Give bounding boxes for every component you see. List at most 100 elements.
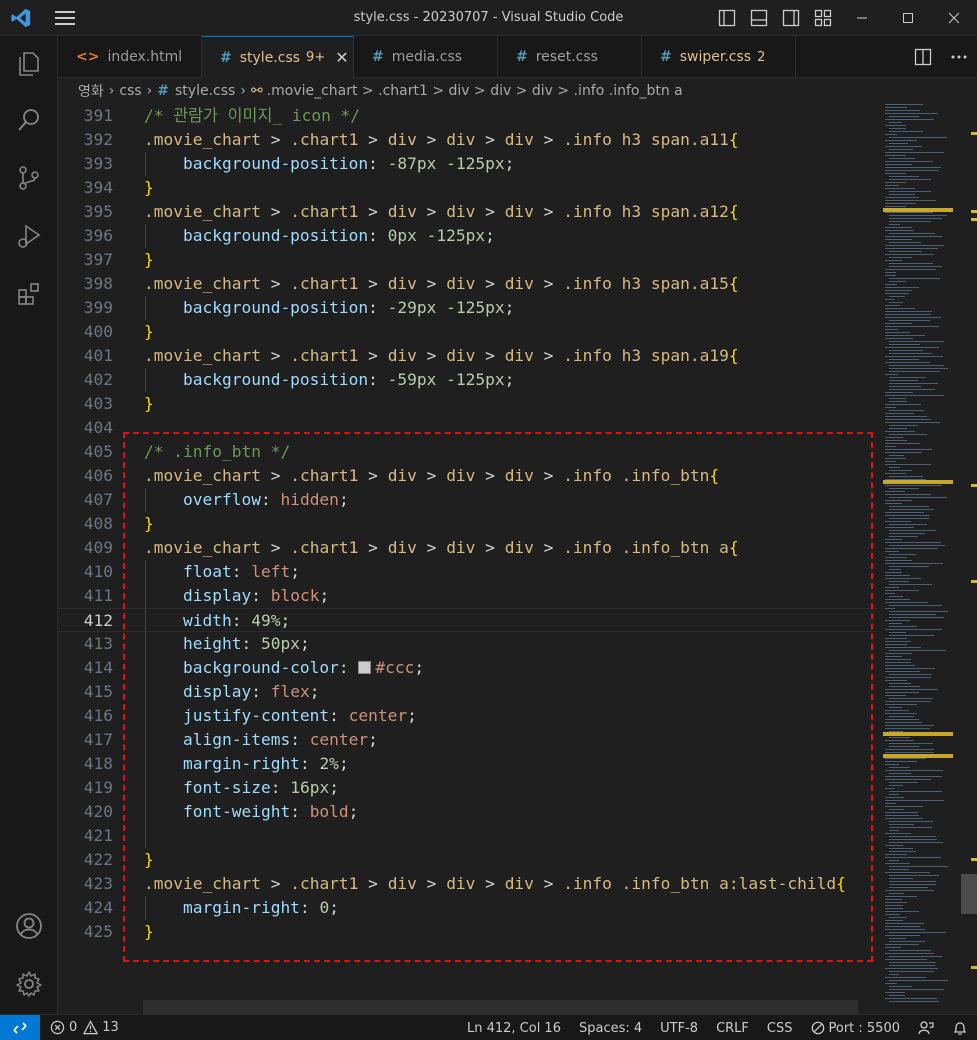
minimap-line	[889, 467, 900, 468]
css-selector: .movie_chart > .chart1 > div > div > div…	[144, 202, 729, 221]
close-window-button[interactable]	[931, 0, 977, 36]
copilot-feedback-button[interactable]	[909, 1020, 943, 1036]
remote-indicator-button[interactable]	[0, 1014, 40, 1040]
code-line[interactable]: 416 justify-content: center;	[58, 704, 877, 728]
minimap-line	[889, 380, 918, 381]
code-line[interactable]: 423 .movie_chart > .chart1 > div > div > …	[58, 872, 877, 896]
code-line[interactable]: 391 /* 관람가 이미지_ icon */	[58, 104, 877, 128]
code-line[interactable]: 418 margin-right: 2%;	[58, 752, 877, 776]
code-line[interactable]: 398 .movie_chart > .chart1 > div > div > …	[58, 272, 877, 296]
cursor-position-status[interactable]: Ln 412, Col 16	[458, 1021, 570, 1036]
split-editor-button[interactable]	[905, 36, 941, 78]
code-line[interactable]: 424 margin-right: 0;	[58, 896, 877, 920]
code-line[interactable]: 419 font-size: 16px;	[58, 776, 877, 800]
minimap-warning-marker	[971, 210, 977, 213]
tab-media-css[interactable]: # media.css	[354, 36, 498, 78]
tab-swiper-css[interactable]: # swiper.css 2	[642, 36, 796, 78]
customize-layout-button[interactable]	[807, 0, 839, 36]
toggle-secondary-sidebar-button[interactable]	[775, 0, 807, 36]
line-code: }	[144, 322, 154, 341]
minimap-line	[889, 773, 911, 774]
code-line[interactable]: 392 .movie_chart > .chart1 > div > div > …	[58, 128, 877, 152]
minimap-line	[889, 386, 921, 387]
explorer-button[interactable]	[0, 40, 58, 88]
more-actions-button[interactable]	[941, 36, 977, 78]
code-line[interactable]: 409 .movie_chart > .chart1 > div > div > …	[58, 536, 877, 560]
code-line[interactable]: 406 .movie_chart > .chart1 > div > div > …	[58, 464, 877, 488]
code-line[interactable]: 421	[58, 824, 877, 848]
indentation-status[interactable]: Spaces: 4	[570, 1021, 651, 1036]
code-line[interactable]: 425}	[58, 920, 877, 944]
minimap-line	[889, 350, 923, 351]
line-number: 421	[83, 826, 113, 845]
minimap-line	[885, 563, 943, 564]
hamburger-menu-icon[interactable]	[54, 9, 76, 27]
code-line[interactable]: 404	[58, 416, 877, 440]
encoding-status[interactable]: UTF-8	[651, 1021, 707, 1036]
close-tab-icon[interactable]: ✕	[335, 48, 348, 67]
code-line[interactable]: 413 height: 50px;	[58, 632, 877, 656]
code-line[interactable]: 394}	[58, 176, 877, 200]
code-line[interactable]: 412 width: 49%;	[58, 608, 877, 632]
source-control-button[interactable]	[0, 154, 58, 202]
code-line[interactable]: 410 float: left;	[58, 560, 877, 584]
breadcrumb-folder-root[interactable]: 영화	[78, 81, 104, 101]
problems-status[interactable]: 0 13	[50, 1020, 119, 1035]
code-line[interactable]: 422}	[58, 848, 877, 872]
minimap-line	[885, 491, 905, 492]
minimize-button[interactable]	[839, 0, 885, 36]
breadcrumb-folder-css[interactable]: css	[119, 83, 141, 99]
maximize-button[interactable]	[885, 0, 931, 36]
warning-icon	[83, 1020, 99, 1035]
minimap-line	[889, 242, 921, 243]
minimap-slider[interactable]	[961, 874, 977, 914]
code-line[interactable]: 415 display: flex;	[58, 680, 877, 704]
manage-button[interactable]	[0, 960, 58, 1008]
code-line[interactable]: 420 font-weight: bold;	[58, 800, 877, 824]
code-line[interactable]: 395 .movie_chart > .chart1 > div > div > …	[58, 200, 877, 224]
code-line[interactable]: 397}	[58, 248, 877, 272]
tab-reset-css[interactable]: # reset.css	[498, 36, 642, 78]
code-line[interactable]: 407 overflow: hidden;	[58, 488, 877, 512]
tab-style-css[interactable]: # style.css 9+ ✕	[202, 36, 354, 78]
toggle-panel-button[interactable]	[743, 0, 775, 36]
accounts-button[interactable]	[0, 902, 58, 950]
code-line[interactable]: 414 background-color: #ccc;	[58, 656, 877, 680]
code-line[interactable]: 400}	[58, 320, 877, 344]
code-line[interactable]: 401 .movie_chart > .chart1 > div > div > …	[58, 344, 877, 368]
breadcrumb-file[interactable]: style.css	[175, 83, 235, 99]
code-line[interactable]: 396 background-position: 0px -125px;	[58, 224, 877, 248]
minimap-line	[889, 176, 919, 177]
error-count: 0	[69, 1020, 78, 1035]
minimap-line	[885, 416, 927, 417]
code-line[interactable]: 402 background-position: -59px -125px;	[58, 368, 877, 392]
minimap-line	[889, 962, 936, 963]
horizontal-scrollbar[interactable]	[143, 1000, 858, 1014]
minimap-line	[885, 407, 896, 408]
code-line[interactable]: 399 background-position: -29px -125px;	[58, 296, 877, 320]
minimap-line	[889, 353, 932, 354]
breadcrumb: 영화 › css › # style.css › ⚯ .movie_chart …	[58, 78, 977, 104]
code-line[interactable]: 408}	[58, 512, 877, 536]
minimap-line	[885, 311, 932, 312]
breadcrumb-symbol[interactable]: .movie_chart > .chart1 > div > div > div…	[267, 83, 683, 99]
run-debug-button[interactable]	[0, 212, 58, 260]
live-server-port-status[interactable]: Port : 5500	[802, 1021, 910, 1036]
code-line[interactable]: 411 display: block;	[58, 584, 877, 608]
search-button[interactable]	[0, 96, 58, 144]
tab-index-html[interactable]: <> index.html	[58, 36, 202, 78]
minimap-line	[885, 107, 907, 108]
code-line[interactable]: 417 align-items: center;	[58, 728, 877, 752]
notifications-button[interactable]	[943, 1020, 977, 1036]
code-line[interactable]: 403}	[58, 392, 877, 416]
color-swatch[interactable]	[358, 661, 372, 674]
language-mode-status[interactable]: CSS	[758, 1021, 802, 1036]
code-editor[interactable]: 391 /* 관람가 이미지_ icon */ 392 .movie_chart > …	[58, 104, 877, 1014]
code-line[interactable]: 405 /* .info_btn */	[58, 440, 877, 464]
toggle-primary-sidebar-button[interactable]	[711, 0, 743, 36]
code-line[interactable]: 393 background-position: -87px -125px;	[58, 152, 877, 176]
minimap[interactable]	[877, 104, 977, 1014]
extensions-button[interactable]	[0, 270, 58, 318]
minimap-line	[885, 494, 931, 495]
eol-status[interactable]: CRLF	[707, 1021, 758, 1036]
